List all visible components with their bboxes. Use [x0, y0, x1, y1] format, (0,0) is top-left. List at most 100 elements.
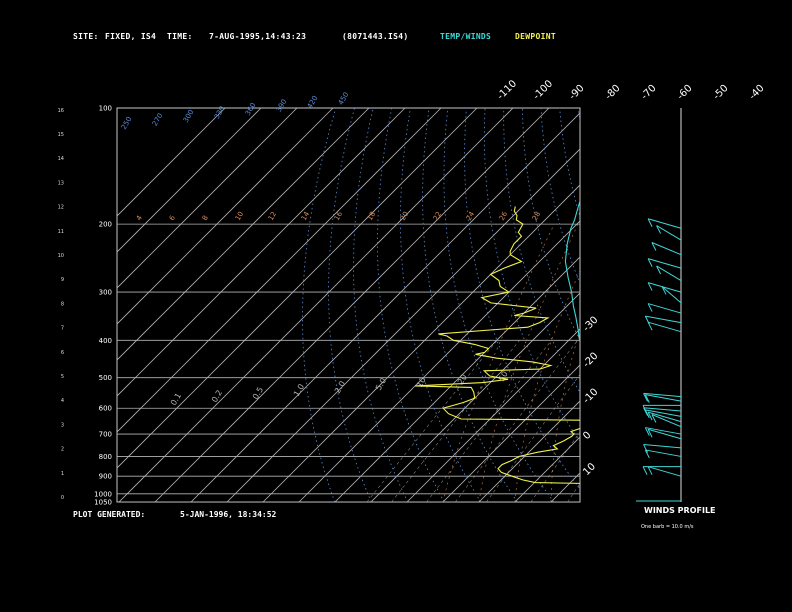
wind-barb	[651, 242, 682, 256]
dry-adiabat-label: 330	[213, 105, 227, 121]
isotherm-line	[334, 256, 580, 502]
dry-adiabat-line	[577, 108, 580, 125]
isotherm-line	[695, 108, 792, 502]
skewt-chart: 1002003004005006007008009001000105001234…	[58, 78, 792, 530]
mixing-ratio-top-label: 18	[366, 210, 377, 222]
dry-adiabat-line	[728, 108, 792, 502]
dry-adiabat-line	[634, 108, 792, 502]
mixing-ratio-line	[426, 340, 552, 502]
wind-barb	[643, 444, 682, 449]
wind-barb	[647, 258, 682, 269]
isotherm-line	[659, 108, 792, 502]
height-tick-label: 5	[61, 374, 64, 380]
dry-adiabat-line	[709, 108, 792, 502]
wind-barb	[645, 449, 682, 457]
height-tick-label: 1	[61, 471, 64, 477]
wind-barb	[645, 427, 682, 435]
isotherm-line	[190, 112, 580, 502]
height-tick-label: 2	[61, 447, 64, 453]
dry-adiabat-line	[597, 108, 792, 502]
mixing-ratio-top-label: 4	[135, 214, 144, 222]
mixing-ratio-label: 0.2	[210, 388, 224, 404]
wind-profile-note: One barb = 10.0 m/s	[641, 524, 694, 530]
pressure-tick-label: 400	[99, 337, 112, 345]
isotherm-line	[442, 364, 580, 502]
dry-adiabat-line	[653, 108, 792, 502]
height-tick-label: 14	[58, 156, 64, 162]
height-tick-label: 10	[58, 253, 64, 259]
dry-adiabat-line	[302, 108, 337, 502]
wind-barb	[647, 303, 682, 314]
height-tick-label: 8	[61, 301, 64, 307]
dry-adiabat-line	[503, 108, 580, 394]
dry-adiabat-line	[400, 108, 482, 502]
height-tick-label: 6	[61, 350, 64, 356]
pressure-tick-label: 600	[99, 405, 112, 413]
isotherm-line	[117, 108, 298, 289]
isotherm-line	[117, 108, 370, 361]
mixing-ratio-top-label: 8	[201, 214, 210, 222]
mixing-ratio-top-label: 24	[465, 210, 477, 222]
pressure-tick-label: 100	[99, 105, 112, 113]
dry-adiabat-line	[464, 108, 580, 490]
pressure-tick-label: 500	[99, 374, 112, 382]
dry-adiabat-label: 300	[182, 108, 196, 124]
isotherm-line	[117, 108, 226, 217]
isotherm-line	[117, 108, 334, 325]
top-temperature-label: -40	[747, 83, 766, 102]
isotherm-line	[298, 220, 580, 502]
wind-barb-flag	[642, 466, 648, 475]
right-temperature-label: -30	[581, 315, 600, 334]
isotherm-line	[117, 108, 262, 253]
mixing-ratio-label: 0.5	[251, 385, 265, 401]
dry-adiabat-label: 270	[151, 112, 165, 128]
mixing-ratio-line	[366, 340, 498, 502]
isotherm-line	[370, 292, 580, 502]
dry-adiabat-line	[616, 108, 792, 502]
dry-adiabat-line	[540, 108, 580, 285]
dry-adiabat-line	[746, 108, 792, 502]
height-tick-label: 4	[61, 398, 64, 404]
wind-barb	[647, 218, 682, 229]
mixing-ratio-top-label: 16	[333, 210, 345, 222]
dry-adiabat-label: 360	[244, 101, 258, 117]
height-tick-label: 3	[61, 422, 64, 428]
dry-adiabat-line	[672, 108, 792, 502]
mixing-ratio-top-label: 10	[234, 210, 245, 222]
wind-profile-title: WINDS PROFILE	[644, 506, 716, 515]
pressure-tick-label: 1050	[94, 499, 112, 507]
mixing-ratio-label: 1.0	[292, 382, 306, 398]
top-temperature-label: -60	[675, 83, 694, 102]
isotherm-line	[117, 108, 478, 469]
mixing-ratio-label: 0.1	[169, 391, 183, 407]
grid-lines	[117, 108, 792, 502]
mixing-ratio-top-label: 12	[267, 210, 278, 222]
dry-adiabat-line	[559, 108, 580, 218]
top-temperature-label: -80	[603, 83, 622, 102]
dry-adiabat-line	[765, 108, 792, 502]
height-tick-label: 15	[58, 132, 64, 138]
dry-adiabat-line	[690, 108, 792, 502]
dry-adiabat-line	[328, 108, 372, 502]
temperature-trace	[564, 201, 580, 345]
height-tick-label: 11	[58, 229, 64, 235]
mixing-ratio-top-label: 28	[531, 210, 542, 222]
mixing-ratio-top-label: 26	[498, 210, 510, 222]
dry-adiabat-line	[783, 108, 792, 502]
dry-adiabat-label: 250	[120, 115, 134, 131]
mixing-ratio-line	[391, 340, 520, 502]
pressure-tick-label: 200	[99, 221, 112, 229]
height-tick-label: 7	[61, 326, 64, 332]
dry-adiabat-line	[422, 108, 518, 502]
pressure-tick-label: 900	[99, 473, 112, 481]
top-temperature-label: -90	[567, 83, 586, 102]
top-temperature-label: -70	[639, 83, 658, 102]
top-temperature-label: -110	[495, 78, 519, 102]
mixing-ratio-top-label: 22	[432, 210, 443, 222]
wind-barb	[647, 466, 682, 477]
isotherm-line	[550, 472, 580, 502]
pressure-tick-label: 300	[99, 289, 112, 297]
isotherm-line	[154, 108, 550, 502]
isotherm-line	[118, 108, 514, 502]
wind-barb-flag	[643, 407, 649, 416]
